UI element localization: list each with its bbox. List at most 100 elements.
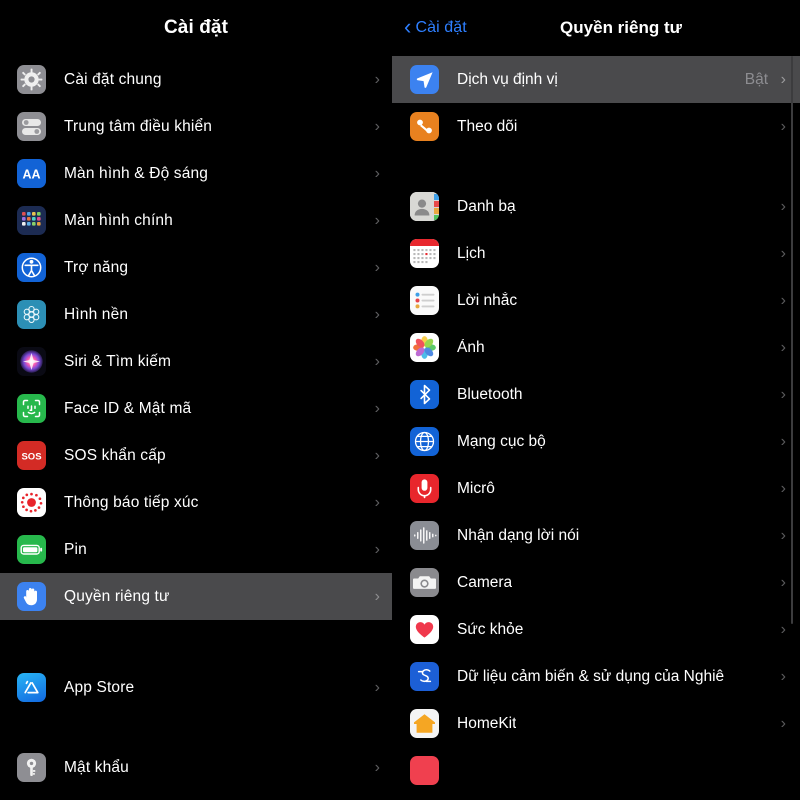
display-brightness-icon: AA	[17, 159, 46, 188]
sidebar-item-label: Trung tâm điều khiển	[64, 117, 213, 135]
home-screen-icon	[17, 206, 46, 235]
sidebar-item-face-id[interactable]: Face ID & Mật mã ›	[0, 385, 392, 432]
chevron-right-icon: ›	[374, 678, 380, 696]
sidebar-item-label: App Store	[64, 678, 135, 696]
camera-icon	[410, 568, 439, 597]
privacy-row-bluetooth[interactable]: Bluetooth ›	[392, 371, 800, 418]
sidebar-item-label: Trợ năng	[64, 258, 129, 276]
sidebar-item-battery[interactable]: Pin ›	[0, 526, 392, 573]
siri-icon	[17, 347, 46, 376]
chevron-right-icon: ›	[374, 493, 380, 511]
privacy-section-gap	[392, 150, 800, 183]
privacy-row-label: Bluetooth	[457, 385, 523, 403]
sidebar-item-privacy[interactable]: Quyền riêng tư ›	[0, 573, 392, 620]
privacy-row-label: Camera	[457, 573, 513, 591]
chevron-right-icon: ›	[374, 352, 380, 370]
sidebar-item-emergency-sos[interactable]: SOS SOS khẩn cấp ›	[0, 432, 392, 479]
chevron-right-icon: ›	[374, 399, 380, 417]
sidebar-item-label: Hình nền	[64, 305, 129, 323]
chevron-right-icon: ›	[780, 244, 786, 262]
control-center-icon	[17, 112, 46, 141]
sidebar-item-display-brightness[interactable]: AA Màn hình & Độ sáng ›	[0, 150, 392, 197]
chevron-right-icon: ›	[780, 338, 786, 356]
privacy-row-label: Micrô	[457, 479, 495, 497]
chevron-right-icon: ›	[780, 70, 786, 88]
privacy-row-tracking[interactable]: Theo dõi ›	[392, 103, 800, 150]
privacy-row-label: Ảnh	[457, 338, 485, 356]
privacy-detail-pane: ‹ Cài đặt Quyền riêng tư Dịch vụ định vị…	[392, 0, 800, 800]
privacy-row-contacts[interactable]: Danh bạ ›	[392, 183, 800, 230]
app-store-icon	[17, 673, 46, 702]
chevron-right-icon: ›	[780, 432, 786, 450]
privacy-row-label: Lời nhắc	[457, 291, 518, 309]
sidebar-section-gap	[0, 620, 392, 664]
privacy-row-local-network[interactable]: Mạng cục bộ ›	[392, 418, 800, 465]
passwords-key-icon	[17, 753, 46, 782]
chevron-right-icon: ›	[374, 70, 380, 88]
privacy-row-speech-recognition[interactable]: Nhận dạng lời nói ›	[392, 512, 800, 559]
battery-icon	[17, 535, 46, 564]
privacy-row-label: Danh bạ	[457, 197, 516, 215]
chevron-right-icon: ›	[780, 526, 786, 544]
sidebar-item-label: Mật khẩu	[64, 758, 129, 776]
detail-header: ‹ Cài đặt Quyền riêng tư	[392, 0, 800, 56]
sidebar-item-control-center[interactable]: Trung tâm điều khiển ›	[0, 103, 392, 150]
sidebar-item-wallpaper[interactable]: Hình nền ›	[0, 291, 392, 338]
privacy-row-health[interactable]: Sức khỏe ›	[392, 606, 800, 653]
sidebar-item-general[interactable]: Cài đặt chung ›	[0, 56, 392, 103]
privacy-row-label: HomeKit	[457, 714, 517, 732]
page-title: Quyền riêng tư	[560, 18, 682, 37]
sidebar-list: Cài đặt chung › Trung tâm điều khiển › A…	[0, 56, 392, 800]
chevron-right-icon: ›	[780, 385, 786, 403]
settings-sidebar: Cài đặt Cài đặt chung › Trung tâm điều k…	[0, 0, 392, 800]
privacy-row-research-sensor-data[interactable]: Dữ liệu cảm biến & sử dụng của Nghiê… ›	[392, 653, 800, 700]
chevron-right-icon: ›	[780, 117, 786, 135]
sidebar-item-siri-search[interactable]: Siri & Tìm kiếm ›	[0, 338, 392, 385]
tracking-icon	[410, 112, 439, 141]
chevron-right-icon: ›	[780, 667, 786, 685]
privacy-row-label: Sức khỏe	[457, 620, 524, 638]
sidebar-item-exposure-notifications[interactable]: Thông báo tiếp xúc ›	[0, 479, 392, 526]
bluetooth-icon	[410, 380, 439, 409]
detail-scrollbar[interactable]	[791, 56, 793, 624]
chevron-right-icon: ›	[780, 620, 786, 638]
privacy-row-label: Nhận dạng lời nói	[457, 526, 580, 544]
sos-icon: SOS	[17, 441, 46, 470]
local-network-icon	[410, 427, 439, 456]
sidebar-item-label: Quyền riêng tư	[64, 587, 170, 605]
chevron-right-icon: ›	[780, 479, 786, 497]
sidebar-item-accessibility[interactable]: Trợ năng ›	[0, 244, 392, 291]
chevron-right-icon: ›	[374, 258, 380, 276]
sidebar-section-gap	[0, 711, 392, 744]
exposure-notification-icon	[17, 488, 46, 517]
privacy-row-calendar[interactable]: Lịch ›	[392, 230, 800, 277]
privacy-row-value: Bật	[744, 70, 768, 88]
face-id-icon	[17, 394, 46, 423]
chevron-right-icon: ›	[374, 446, 380, 464]
sidebar-item-mail[interactable]: Mail ›	[0, 791, 392, 800]
privacy-row-photos[interactable]: Ảnh ›	[392, 324, 800, 371]
svg-text:AA: AA	[22, 168, 40, 182]
sidebar-item-label: Màn hình & Độ sáng	[64, 164, 209, 182]
privacy-row-label: Lịch	[457, 244, 486, 262]
microphone-icon	[410, 474, 439, 503]
privacy-row-microphone[interactable]: Micrô ›	[392, 465, 800, 512]
privacy-row-partial[interactable]	[392, 747, 800, 794]
privacy-row-reminders[interactable]: Lời nhắc ›	[392, 277, 800, 324]
sidebar-item-passwords[interactable]: Mật khẩu ›	[0, 744, 392, 791]
sidebar-item-home-screen[interactable]: Màn hình chính ›	[0, 197, 392, 244]
gear-icon	[17, 65, 46, 94]
research-sensor-icon	[410, 662, 439, 691]
sidebar-item-app-store[interactable]: App Store ›	[0, 664, 392, 711]
health-icon	[410, 615, 439, 644]
privacy-list: Dịch vụ định vị Bật › Theo dõi › Danh bạ…	[392, 56, 800, 794]
privacy-row-label: Mạng cục bộ	[457, 432, 546, 450]
sidebar-item-label: Thông báo tiếp xúc	[64, 493, 199, 511]
privacy-row-location-services[interactable]: Dịch vụ định vị Bật ›	[392, 56, 800, 103]
privacy-row-camera[interactable]: Camera ›	[392, 559, 800, 606]
sidebar-item-label: Siri & Tìm kiếm	[64, 352, 172, 370]
photos-icon	[410, 333, 439, 362]
contacts-icon	[410, 192, 439, 221]
privacy-row-homekit[interactable]: HomeKit ›	[392, 700, 800, 747]
accessibility-icon	[17, 253, 46, 282]
